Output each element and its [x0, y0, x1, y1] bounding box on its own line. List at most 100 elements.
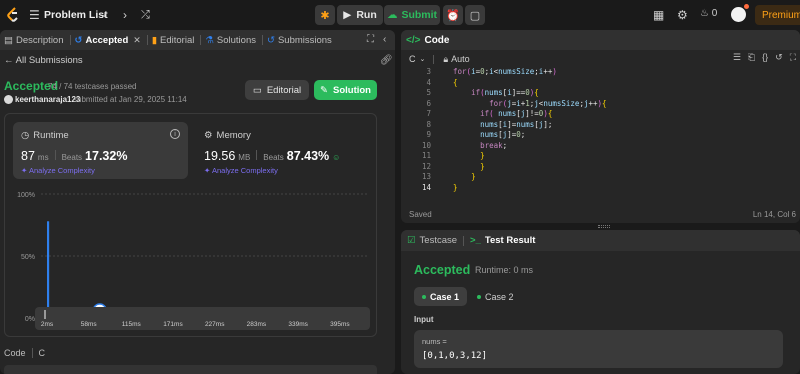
description-icon: ▤	[4, 34, 13, 46]
y-tick-label: 50%	[21, 254, 35, 261]
tab-editorial[interactable]: ▮ Editorial	[152, 35, 195, 46]
timeline-tick-label: 339ms	[288, 321, 308, 328]
line-number: 10	[421, 140, 431, 150]
alarm-clock-icon: ⏰	[446, 9, 460, 22]
tab-testcase[interactable]: ☑ Testcase	[407, 235, 457, 246]
pass-dot-icon	[477, 294, 481, 299]
problem-list-link[interactable]: Problem List	[44, 9, 108, 21]
panel-resize-handle[interactable]	[598, 225, 610, 228]
memory-chip-icon: ⚙	[204, 130, 213, 141]
prev-problem-icon[interactable]: ‹	[103, 8, 107, 22]
next-problem-icon[interactable]: ›	[123, 8, 127, 22]
language-select[interactable]: C	[409, 54, 416, 64]
code-text: }	[471, 172, 476, 181]
solution-button[interactable]: ✎ Solution	[314, 80, 377, 100]
history-icon: ↺	[266, 34, 275, 46]
submit-button[interactable]: ☁ Submit	[384, 5, 440, 25]
tab-solutions[interactable]: ⚗ Solutions	[205, 35, 256, 46]
code-line[interactable]: 14}	[401, 182, 800, 193]
timeline-tick-label: 395ms	[330, 321, 350, 328]
menu-icon[interactable]: ☰	[29, 8, 40, 22]
case-2-tab[interactable]: Case 2	[477, 287, 514, 306]
timeline-tick-label: 58ms	[81, 321, 98, 328]
timer-button[interactable]: ⏰	[443, 5, 463, 25]
fullscreen-icon[interactable]: ⛶	[790, 52, 796, 63]
braces-icon[interactable]: {}	[762, 52, 768, 63]
run-button[interactable]: ▶ Run	[337, 5, 383, 25]
tab-divider	[200, 35, 202, 45]
all-submissions-link[interactable]: ← All Submissions	[4, 55, 83, 66]
editor-toolbar: C ⌄ 🔒︎ Auto ☰ ⎗ {} ↺ ⛶	[401, 52, 800, 66]
runtime-card[interactable]: ◷ Runtime i 87 ms Beats 17.32% ✦ Analyze…	[13, 122, 188, 179]
leetcode-logo[interactable]	[6, 7, 20, 23]
checkbox-icon: ☑	[407, 235, 416, 246]
code-text: for(i=0;i<numsSize;i++)	[453, 67, 557, 76]
tab-test-result[interactable]: >_ Test Result	[470, 235, 535, 246]
layout-grid-icon[interactable]: ▦	[653, 8, 664, 22]
user-avatar[interactable]	[731, 7, 746, 22]
settings-gear-icon[interactable]: ⚙	[677, 8, 688, 22]
testcases-passed: 74 / 74 testcases passed	[48, 82, 137, 91]
code-editor[interactable]: 3 for(i=0;i<numsSize;i++) 4{5 if(nums[i]==…	[401, 66, 800, 193]
code-text: }	[480, 161, 485, 171]
code-line[interactable]: 13 }	[401, 171, 800, 182]
collapse-icon[interactable]: ‹	[383, 34, 386, 45]
line-number: 3	[426, 67, 431, 76]
code-line[interactable]: 6 for(j=i+1;j<numsSize;j++){	[401, 98, 800, 109]
tab-submissions[interactable]: ↺ Submissions	[267, 35, 332, 46]
timeline-scrubber[interactable]: 2ms 58ms 115ms 171ms 227ms 283ms 339ms 395ms	[35, 307, 370, 330]
line-number: 9	[426, 130, 431, 139]
memory-card[interactable]: ⚙ Memory 19.56 MB Beats 87.43% ☺ ✦ Analy…	[196, 122, 371, 179]
test-runtime: Runtime: 0 ms	[475, 265, 534, 275]
code-text: if( nums[j]!=0){	[480, 109, 553, 118]
username[interactable]: keerthanaraja123	[15, 95, 80, 104]
submission-panel: ▤ Description ↺ Accepted ✕ ▮ Editorial ⚗…	[0, 30, 395, 374]
timeline-tick-label: 283ms	[247, 321, 267, 328]
tab-accepted[interactable]: ↺ Accepted ✕	[75, 35, 141, 46]
code-line[interactable]: 5 if(nums[i]==0){	[401, 87, 800, 98]
test-result-panel: ☑ Testcase >_ Test Result Accepted Runti…	[401, 230, 800, 374]
format-list-icon[interactable]: ☰	[733, 52, 741, 63]
code-text: nums[i]=nums[j];	[480, 119, 553, 129]
code-line[interactable]: 3 for(i=0;i<numsSize;i++)	[401, 66, 800, 77]
case-1-tab[interactable]: Case 1	[414, 287, 467, 306]
line-number: 14	[421, 182, 431, 192]
line-number: 6	[426, 98, 431, 108]
distribution-bar[interactable]	[47, 221, 50, 318]
notes-button[interactable]: ▢	[465, 5, 485, 25]
analyze-complexity-link[interactable]: ✦ Analyze Complexity	[204, 166, 278, 175]
code-line[interactable]: 11 }	[401, 150, 800, 161]
close-icon[interactable]: ✕	[133, 35, 141, 46]
code-line[interactable]: 4{	[401, 77, 800, 88]
line-number: 8	[426, 119, 431, 129]
line-number: 4	[426, 77, 431, 87]
shuffle-icon[interactable]: ⤮	[141, 8, 150, 22]
cursor-position: Ln 14, Col 6	[752, 210, 796, 219]
tab-description[interactable]: ▤ Description	[4, 35, 64, 46]
debug-button[interactable]: ✱	[315, 5, 335, 25]
code-line[interactable]: 10 break;	[401, 140, 800, 151]
streak-counter[interactable]: ♨ 0	[700, 8, 717, 19]
input-box: nums = [0,1,0,3,12]	[414, 330, 783, 368]
editorial-button[interactable]: ▭ Editorial	[245, 80, 309, 100]
code-preview	[4, 365, 377, 374]
code-line[interactable]: 12 }	[401, 161, 800, 172]
chevron-down-icon[interactable]: ⌄	[420, 55, 426, 63]
bookmark-icon[interactable]: ⎗	[748, 52, 755, 63]
timeline-handle[interactable]	[44, 310, 46, 319]
code-line[interactable]: 8 nums[i]=nums[j];	[401, 119, 800, 130]
timeline-tick-label: 171ms	[163, 321, 183, 328]
reset-icon[interactable]: ↺	[775, 52, 783, 63]
code-line[interactable]: 9 nums[j]=0;	[401, 129, 800, 140]
code-line[interactable]: 7 if( nums[j]!=0){	[401, 108, 800, 119]
bug-icon: ✱	[320, 9, 330, 22]
y-tick-label: 100%	[17, 192, 35, 199]
analyze-complexity-link[interactable]: ✦ Analyze Complexity	[21, 166, 95, 175]
maximize-icon[interactable]: ⛶	[367, 34, 374, 45]
link-icon[interactable]: 🔗︎	[380, 55, 393, 66]
avatar[interactable]	[4, 95, 13, 104]
info-icon[interactable]: i	[170, 129, 180, 139]
line-number: 5	[426, 88, 431, 97]
premium-button[interactable]: Premium	[755, 5, 800, 25]
auto-mode[interactable]: Auto	[451, 54, 470, 64]
